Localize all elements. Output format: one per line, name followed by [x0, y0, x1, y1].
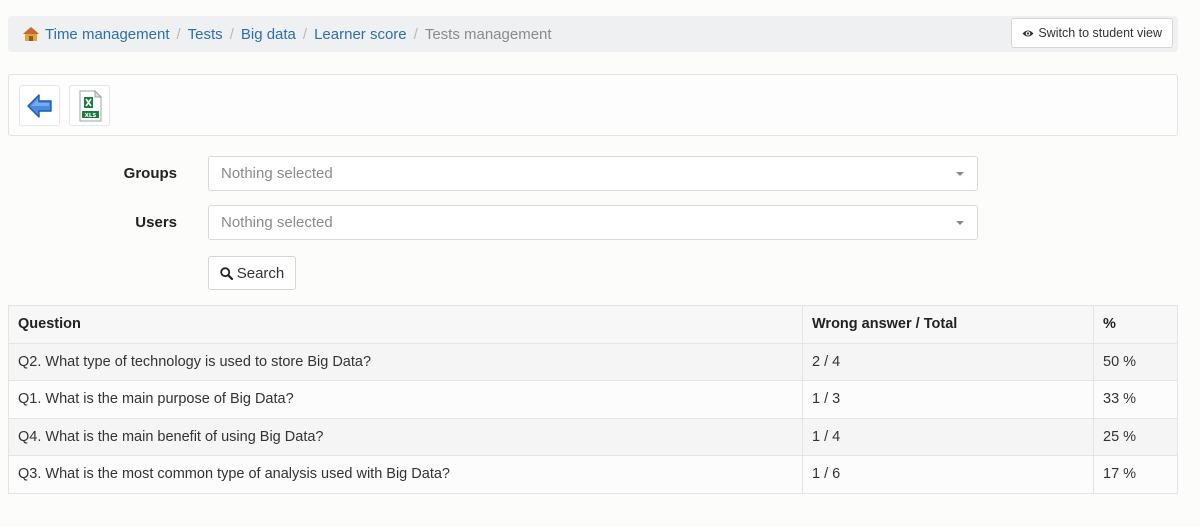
search-icon	[220, 266, 233, 280]
question-cell: Q1. What is the main purpose of Big Data…	[8, 380, 803, 419]
breadcrumb-link-time-management[interactable]: Time management	[45, 26, 170, 43]
search-button-label: Search	[236, 264, 285, 282]
users-label: Users	[135, 214, 177, 231]
xls-badge-text: XLS	[84, 113, 96, 119]
xls-export-icon: XLS	[79, 89, 102, 121]
users-select-value: Nothing selected	[221, 214, 333, 231]
column-header-question: Question	[8, 305, 803, 344]
wrong-total-cell: 2 / 4	[802, 342, 1094, 381]
percent-cell: 33 %	[1093, 380, 1178, 419]
table-row: Q1. What is the main purpose of Big Data…	[8, 380, 1178, 419]
column-header-wrong-total: Wrong answer / Total	[802, 305, 1094, 344]
table-row: Q2. What type of technology is used to s…	[8, 342, 1178, 381]
back-arrow-icon	[26, 93, 52, 118]
breadcrumb: Time management / Tests / Big data / Lea…	[8, 16, 1178, 52]
wrong-total-cell: 1 / 6	[802, 455, 1094, 494]
wrong-total-cell: 1 / 4	[802, 417, 1094, 456]
breadcrumb-current: Tests management	[424, 25, 552, 43]
groups-label: Groups	[123, 165, 177, 182]
groups-select[interactable]: Nothing selected	[208, 156, 978, 191]
breadcrumb-separator: /	[302, 25, 308, 43]
switch-to-student-view-button[interactable]: Switch to student view	[1011, 18, 1173, 48]
search-button[interactable]: Search	[208, 256, 296, 290]
breadcrumb-separator: /	[229, 25, 234, 43]
column-header-percent: %	[1093, 305, 1178, 344]
breadcrumb-item-time-management[interactable]: Time management	[22, 26, 170, 43]
back-button[interactable]	[19, 85, 60, 126]
percent-cell: 25 %	[1093, 417, 1178, 456]
export-xls-button[interactable]: XLS	[69, 85, 110, 126]
home-icon	[23, 27, 39, 41]
breadcrumb-link-big-data[interactable]: Big data	[241, 26, 296, 43]
breadcrumb-separator: /	[413, 25, 418, 43]
chevron-down-icon	[956, 172, 964, 176]
breadcrumb-separator: /	[176, 25, 181, 43]
percent-cell: 17 %	[1093, 455, 1178, 494]
eye-icon	[1022, 30, 1034, 36]
wrong-total-cell: 1 / 3	[802, 380, 1094, 419]
groups-select-value: Nothing selected	[221, 165, 333, 182]
question-cell: Q3. What is the most common type of anal…	[8, 455, 803, 494]
breadcrumb-link-tests[interactable]: Tests	[188, 26, 223, 43]
table-header-row: Question Wrong answer / Total %	[8, 305, 1178, 344]
switch-view-label: Switch to student view	[1038, 26, 1162, 40]
percent-cell: 50 %	[1093, 342, 1178, 381]
breadcrumb-link-learner-score[interactable]: Learner score	[314, 26, 407, 43]
results-table: Question Wrong answer / Total % Q2. What…	[8, 305, 1178, 494]
question-cell: Q2. What type of technology is used to s…	[8, 342, 803, 381]
question-cell: Q4. What is the main benefit of using Bi…	[8, 417, 803, 456]
action-toolbar: XLS	[8, 74, 1178, 136]
users-select[interactable]: Nothing selected	[208, 205, 978, 240]
chevron-down-icon	[956, 221, 964, 225]
table-row: Q4. What is the main benefit of using Bi…	[8, 417, 1178, 456]
table-row: Q3. What is the most common type of anal…	[8, 455, 1178, 494]
